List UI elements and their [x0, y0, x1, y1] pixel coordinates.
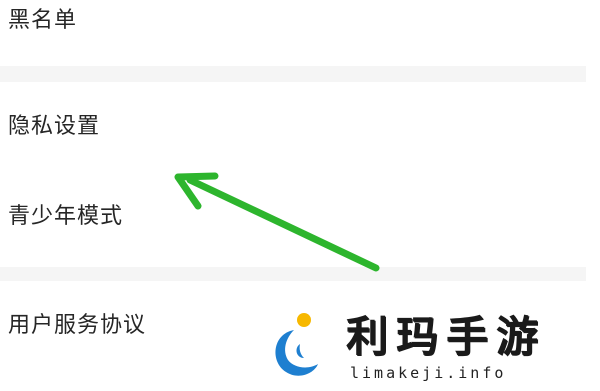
section-divider	[0, 267, 586, 281]
blacklist-label: 黑名单	[8, 8, 78, 33]
watermark-title: 利玛手游	[346, 312, 547, 361]
section-divider	[0, 66, 586, 82]
settings-group: 隐私设置 青少年模式	[0, 82, 586, 267]
settings-item-blacklist[interactable]: 黑名单	[0, 0, 586, 66]
settings-item-privacy[interactable]: 隐私设置	[8, 116, 100, 138]
watermark-url: limakeji.info	[350, 364, 507, 382]
watermark-logo-icon	[275, 313, 318, 376]
user-agreement-label: 用户服务协议	[8, 313, 147, 338]
settings-item-teen-mode[interactable]: 青少年模式	[8, 206, 123, 228]
watermark: 利玛手游 limakeji.info	[254, 298, 600, 391]
